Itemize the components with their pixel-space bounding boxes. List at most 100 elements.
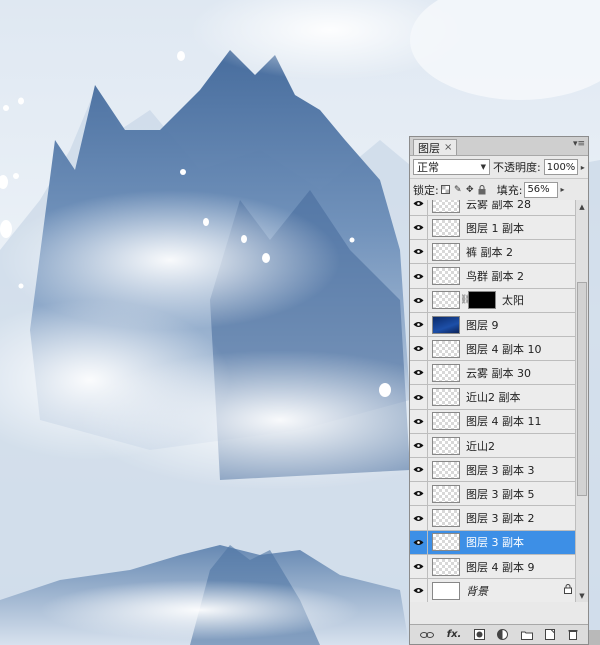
layer-row[interactable]: 背景 [410,578,576,602]
layer-row[interactable]: 图层 4 副本 9 [410,554,576,579]
eye-icon[interactable] [410,433,428,458]
layer-thumbnail[interactable] [432,436,460,455]
scrollbar-thumb[interactable] [577,282,587,496]
layer-name: 近山2 副本 [466,391,521,405]
layer-name: 图层 9 [466,318,499,332]
eye-icon[interactable] [410,554,428,579]
layers-panel: 图层 × ▾≡ 正常 ▼ 不透明度: 100% ▸ 锁定: ✎ ✥ 填充: 56… [409,136,589,645]
layer-thumbnail[interactable] [432,412,460,431]
lock-all-icon[interactable] [477,184,487,195]
layer-name: 近山2 [466,439,495,453]
layer-thumbnail[interactable] [432,291,460,310]
trash-icon[interactable] [568,629,578,640]
layer-row[interactable]: 近山2 [410,433,576,458]
layer-row[interactable]: 图层 3 副本 [410,530,576,555]
layer-thumbnail[interactable] [432,484,460,503]
layer-thumbnail[interactable] [432,267,460,286]
layer-row[interactable]: 图层 4 副本 10 [410,336,576,362]
fx-icon[interactable]: fx. [447,629,462,640]
eye-icon[interactable] [410,481,428,506]
lock-icon [564,584,572,597]
scroll-down-icon[interactable]: ▼ [576,589,588,602]
eye-icon[interactable] [410,200,428,216]
layer-row[interactable]: 近山2 副本 [410,385,576,410]
layer-name: 图层 4 副本 10 [466,342,542,356]
eye-icon[interactable] [410,360,428,385]
layer-name: 太阳 [502,294,524,308]
layer-row[interactable]: ⛓ 太阳 [410,288,576,313]
layer-thumbnail[interactable] [432,200,460,213]
layer-list-scrollbar[interactable]: ▲ ▼ [575,200,588,602]
panel-tab-bar: 图层 × ▾≡ [410,137,588,156]
layer-thumbnail[interactable] [432,363,460,382]
layer-name: 云雾 副本 30 [466,366,531,380]
fill-slider-icon[interactable]: ▸ [560,185,564,194]
fill-label: 填充: [496,183,523,197]
layer-row[interactable]: 图层 3 副本 2 [410,506,576,531]
layer-thumbnail[interactable] [432,315,460,334]
eye-icon[interactable] [410,530,428,555]
lock-position-icon[interactable]: ✥ [465,185,475,195]
layer-name: 图层 3 副本 2 [466,512,535,526]
layer-name: 背景 [466,584,488,598]
layer-row[interactable]: 云雾 副本 28 [410,200,576,216]
layer-thumbnail[interactable] [432,218,460,237]
blend-opacity-row: 正常 ▼ 不透明度: 100% ▸ [410,156,588,179]
layer-row[interactable]: 图层 3 副本 3 [410,457,576,483]
eye-icon[interactable] [410,312,428,337]
opacity-input[interactable]: 100% [543,159,578,175]
fill-input[interactable]: 56% [524,181,559,198]
layer-thumbnail[interactable] [432,557,460,576]
link-icon[interactable] [420,631,435,639]
new-layer-icon[interactable] [545,629,556,640]
eye-icon[interactable] [410,457,428,482]
layer-name: 图层 3 副本 3 [466,463,535,477]
blend-mode-select[interactable]: 正常 ▼ [413,159,490,175]
folder-icon[interactable] [520,630,533,640]
layer-name: 图层 1 副本 [466,221,524,235]
layer-mask-thumbnail[interactable] [468,291,496,310]
layer-name: 图层 3 副本 5 [466,487,535,501]
layer-row[interactable]: 图层 3 副本 5 [410,481,576,507]
chevron-down-icon: ▼ [480,163,486,171]
layer-thumbnail[interactable] [432,460,460,479]
layer-thumbnail[interactable] [432,509,460,528]
layer-row[interactable]: 图层 1 副本 [410,215,576,241]
layer-name: 云雾 副本 28 [466,200,531,211]
layer-name: 图层 4 副本 9 [466,560,535,574]
layer-thumbnail[interactable] [432,388,460,407]
layer-thumbnail[interactable] [432,533,460,552]
adjustment-icon[interactable] [497,629,509,640]
layer-thumbnail[interactable] [432,242,460,261]
layer-row[interactable]: 图层 9 [410,312,576,337]
mask-link-icon[interactable]: ⛓ [460,295,471,305]
lock-image-icon[interactable]: ✎ [453,185,463,195]
mask-icon[interactable] [473,629,485,640]
layer-row[interactable]: 云雾 副本 30 [410,360,576,386]
layer-row[interactable]: 鸟群 副本 2 [410,264,576,289]
panel-menu-icon[interactable]: ▾≡ [573,139,585,149]
eye-icon[interactable] [410,336,428,361]
eye-icon[interactable] [410,506,428,531]
eye-icon[interactable] [410,264,428,289]
close-icon[interactable]: × [444,142,452,153]
lock-transparent-icon[interactable] [441,185,451,195]
fill-value: 56% [527,184,550,195]
opacity-slider-icon[interactable]: ▸ [581,163,585,172]
eye-icon[interactable] [410,578,428,602]
tab-layers-label: 图层 [418,141,440,155]
scroll-up-icon[interactable]: ▲ [576,200,588,213]
layer-name: 图层 4 副本 11 [466,415,542,429]
blend-mode-value: 正常 [417,161,439,174]
eye-icon[interactable] [410,288,428,313]
eye-icon[interactable] [410,385,428,410]
layer-row[interactable]: 裤 副本 2 [410,239,576,265]
layer-thumbnail[interactable] [432,581,460,600]
tab-layers[interactable]: 图层 × [413,139,458,155]
eye-icon[interactable] [410,215,428,240]
layer-name: 鸟群 副本 2 [466,270,524,284]
layer-row[interactable]: 图层 4 副本 11 [410,409,576,434]
layer-thumbnail[interactable] [432,339,460,358]
eye-icon[interactable] [410,239,428,264]
eye-icon[interactable] [410,409,428,434]
